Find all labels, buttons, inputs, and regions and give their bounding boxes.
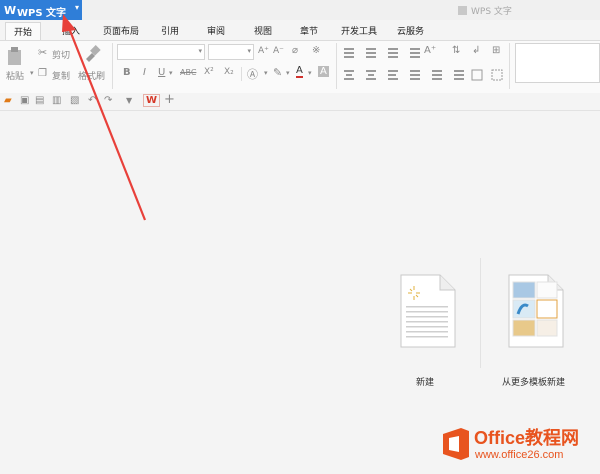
brand-url: www.office26.com <box>475 449 564 461</box>
office26-watermark: Office教程网 www.office26.com <box>437 422 597 468</box>
brand-name: Office教程网 <box>474 428 580 448</box>
annotation-arrow <box>62 14 147 221</box>
office-logo-icon <box>443 428 469 460</box>
